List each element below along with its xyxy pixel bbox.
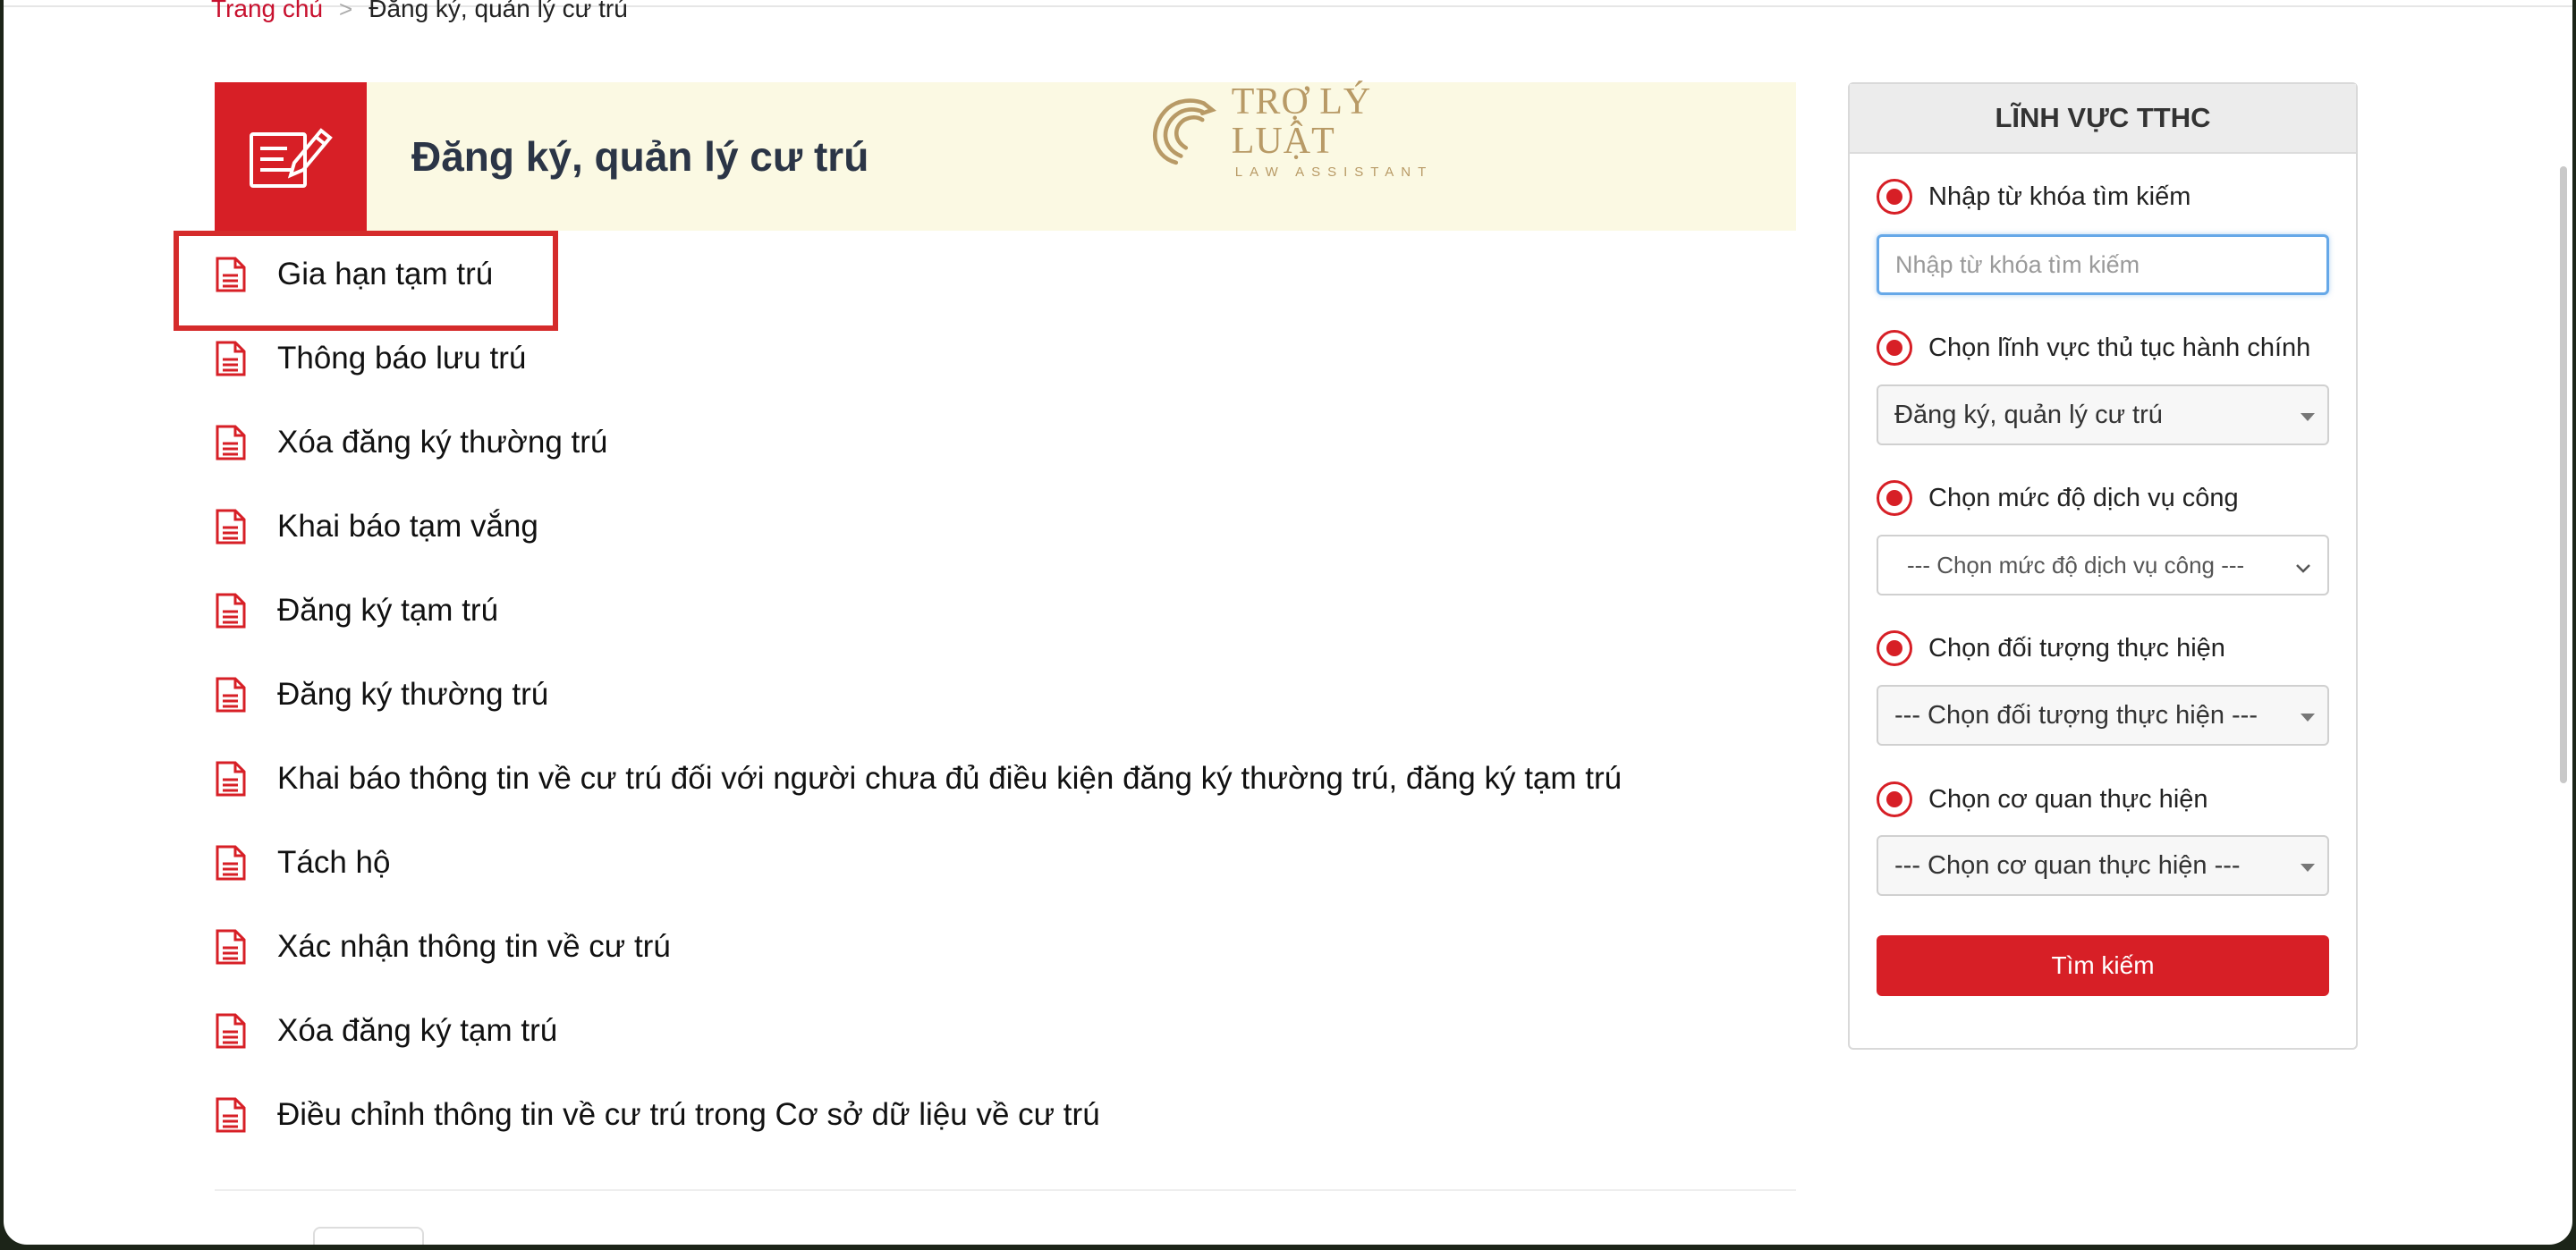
document-icon <box>211 759 250 798</box>
procedure-link[interactable]: Khai báo tạm vắng <box>277 509 538 545</box>
caret-down-icon <box>2301 864 2315 872</box>
bottom-divider <box>215 1189 1796 1191</box>
subject-select-value: --- Chọn đối tượng thực hiện --- <box>1894 700 2258 730</box>
search-input[interactable]: Nhập từ khóa tìm kiếm <box>1877 234 2329 295</box>
logo-name: TRỢ LÝ LUẬT <box>1231 80 1372 162</box>
tro-ly-luat-logo: TRỢ LÝ LUẬT LAW ASSISTANT <box>1143 82 1465 180</box>
document-icon <box>211 1011 250 1051</box>
filter-sidebar: LĨNH VỰC TTHC Nhập từ khóa tìm kiếm Nhập… <box>1848 82 2358 1050</box>
level-label: Chọn mức độ dịch vụ công <box>1877 480 2239 516</box>
document-icon <box>211 591 250 630</box>
search-button[interactable]: Tìm kiếm <box>1877 935 2329 996</box>
field-select[interactable]: Đăng ký, quản lý cư trú <box>1877 384 2329 445</box>
procedure-link[interactable]: Đăng ký thường trú <box>277 677 548 713</box>
document-icon <box>211 507 250 546</box>
list-item[interactable]: Xác nhận thông tin về cư trú <box>211 905 1803 989</box>
procedure-link[interactable]: Xác nhận thông tin về cư trú <box>277 929 671 965</box>
keyword-label-text: Nhập từ khóa tìm kiếm <box>1928 182 2191 211</box>
list-item[interactable]: Điều chỉnh thông tin về cư trú trong Cơ … <box>211 1073 1803 1157</box>
agency-label-text: Chọn cơ quan thực hiện <box>1928 784 2208 814</box>
breadcrumb-separator: > <box>339 0 353 22</box>
level-label-text: Chọn mức độ dịch vụ công <box>1928 483 2239 512</box>
document-icon <box>211 339 250 378</box>
radio-selected-icon[interactable] <box>1877 480 1912 516</box>
chevron-down-icon <box>2293 556 2313 584</box>
radio-selected-icon[interactable] <box>1877 179 1912 215</box>
highlight-box <box>174 231 558 331</box>
list-item[interactable]: Khai báo tạm vắng <box>211 485 1803 569</box>
pagination-button[interactable] <box>313 1227 424 1245</box>
procedure-link[interactable]: Khai báo thông tin về cư trú đối với ngư… <box>277 761 1622 797</box>
procedure-link[interactable]: Tách hộ <box>277 845 390 881</box>
list-item[interactable]: Xóa đăng ký tạm trú <box>211 989 1803 1073</box>
breadcrumb: Trang chủ > Đăng ký, quản lý cư trú <box>211 0 628 30</box>
logo-subtitle: LAW ASSISTANT <box>1234 164 1434 180</box>
document-icon <box>211 675 250 714</box>
subject-select[interactable]: --- Chọn đối tượng thực hiện --- <box>1877 685 2329 746</box>
page-scrollbar[interactable] <box>2560 166 2567 783</box>
list-item[interactable]: Khai báo thông tin về cư trú đối với ngư… <box>211 737 1803 821</box>
agency-select-value: --- Chọn cơ quan thực hiện --- <box>1894 850 2241 880</box>
procedure-link[interactable]: Thông báo lưu trú <box>277 341 526 376</box>
keyword-label: Nhập từ khóa tìm kiếm <box>1877 179 2190 215</box>
field-label: Chọn lĩnh vực thủ tục hành chính <box>1877 330 2310 366</box>
breadcrumb-current: Đăng ký, quản lý cư trú <box>369 0 628 22</box>
document-icon <box>211 423 250 462</box>
level-select[interactable]: --- Chọn mức độ dịch vụ công --- <box>1877 535 2329 595</box>
level-select-value: --- Chọn mức độ dịch vụ công --- <box>1907 551 2245 579</box>
field-label-text: Chọn lĩnh vực thủ tục hành chính <box>1928 333 2311 362</box>
caret-down-icon <box>2301 714 2315 722</box>
agency-label: Chọn cơ quan thực hiện <box>1877 781 2208 817</box>
subject-label-text: Chọn đối tượng thực hiện <box>1928 633 2225 663</box>
radio-selected-icon[interactable] <box>1877 781 1912 817</box>
field-select-value: Đăng ký, quản lý cư trú <box>1894 400 2163 429</box>
eagle-logo-icon <box>1153 98 1216 165</box>
document-icon <box>211 927 250 967</box>
browser-page: Trang chủ > Đăng ký, quản lý cư trú Đăng… <box>4 0 2572 1245</box>
list-item[interactable]: Xóa đăng ký thường trú <box>211 401 1803 485</box>
caret-down-icon <box>2301 413 2315 421</box>
procedure-link[interactable]: Xóa đăng ký thường trú <box>277 425 607 460</box>
radio-selected-icon[interactable] <box>1877 330 1912 366</box>
list-item[interactable]: Tách hộ <box>211 821 1803 905</box>
procedure-link[interactable]: Điều chỉnh thông tin về cư trú trong Cơ … <box>277 1097 1100 1133</box>
document-icon <box>211 843 250 883</box>
radio-selected-icon[interactable] <box>1877 630 1912 666</box>
subject-label: Chọn đối tượng thực hiện <box>1877 630 2225 666</box>
document-edit-icon <box>215 82 367 231</box>
procedure-link[interactable]: Đăng ký tạm trú <box>277 593 498 629</box>
list-item[interactable]: Đăng ký thường trú <box>211 653 1803 737</box>
procedure-list: Gia hạn tạm trú Thông báo lưu trú Xóa đă… <box>211 232 1803 1157</box>
category-banner: Đăng ký, quản lý cư trú TRỢ LÝ LUẬT LAW … <box>215 82 1796 231</box>
sidebar-title: LĨNH VỰC TTHC <box>1850 84 2356 154</box>
agency-select[interactable]: --- Chọn cơ quan thực hiện --- <box>1877 835 2329 896</box>
search-input-placeholder: Nhập từ khóa tìm kiếm <box>1895 250 2140 278</box>
document-icon <box>211 1095 250 1135</box>
page-title: Đăng ký, quản lý cư trú <box>411 133 869 180</box>
procedure-link[interactable]: Xóa đăng ký tạm trú <box>277 1013 557 1049</box>
breadcrumb-home-link[interactable]: Trang chủ <box>211 0 323 23</box>
list-item[interactable]: Đăng ký tạm trú <box>211 569 1803 653</box>
